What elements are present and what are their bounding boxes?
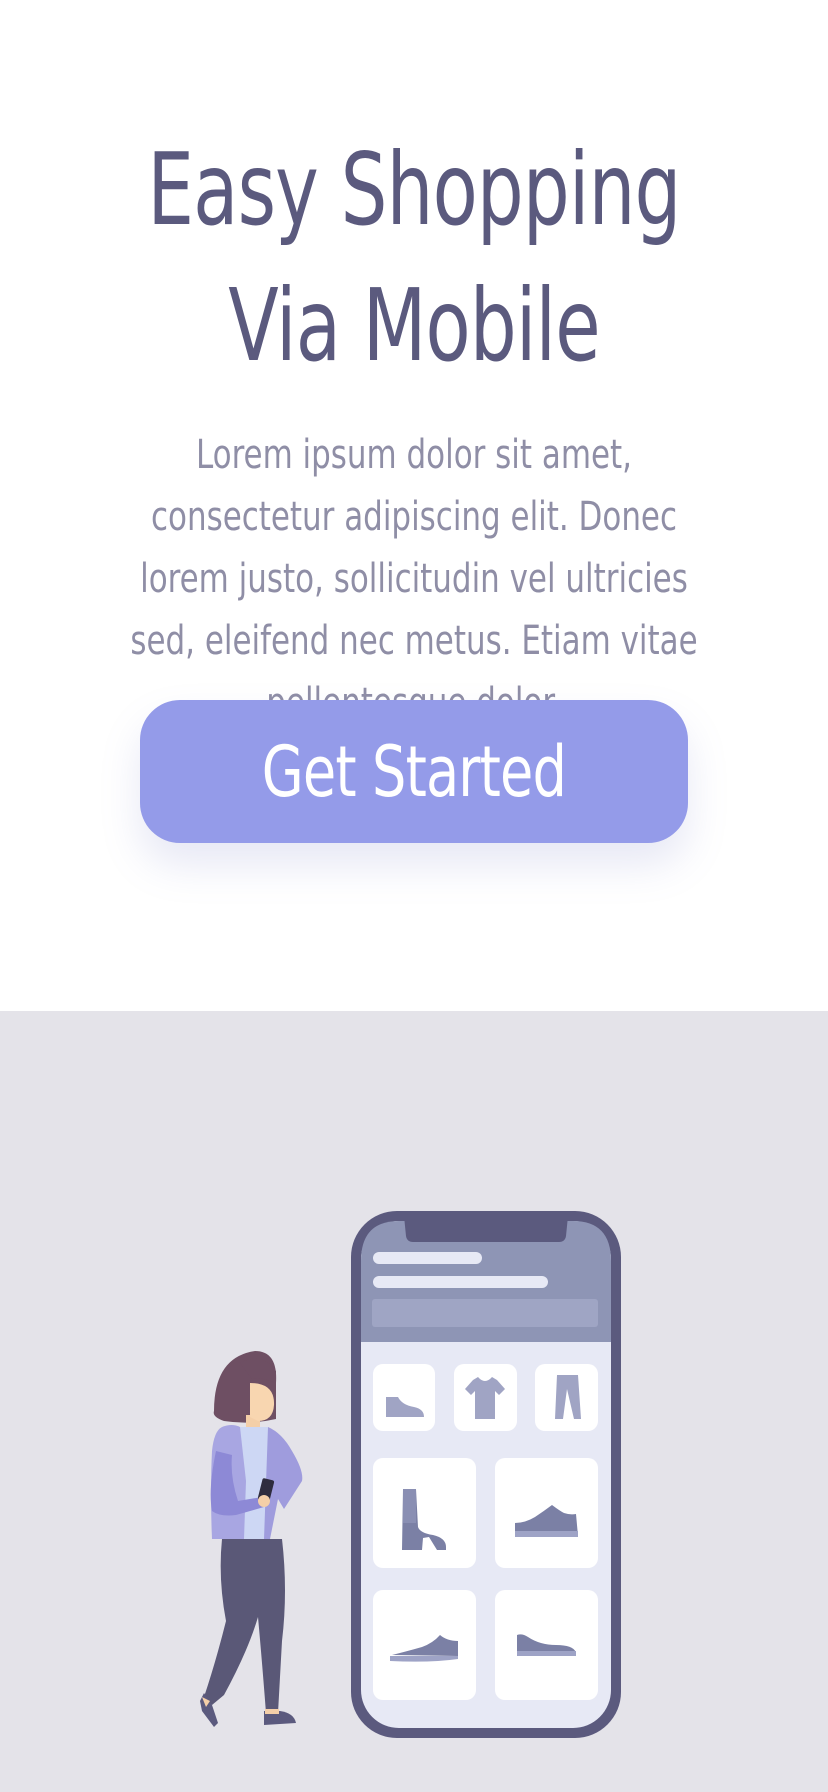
get-started-label: Get Started xyxy=(261,730,567,813)
headline-line-1: Easy Shopping xyxy=(147,131,681,248)
illustration-section xyxy=(0,1011,828,1792)
woman-figure xyxy=(200,1351,303,1727)
page-title: Easy Shopping Via Mobile xyxy=(75,122,754,394)
get-started-button[interactable]: Get Started xyxy=(140,700,688,843)
hero-description: Lorem ipsum dolor sit amet, consectetur … xyxy=(130,432,698,726)
headline-line-2: Via Mobile xyxy=(228,267,600,384)
shopping-illustration xyxy=(200,1211,621,1738)
hero-section: Easy Shopping Via Mobile Lorem ipsum dol… xyxy=(0,0,828,1011)
